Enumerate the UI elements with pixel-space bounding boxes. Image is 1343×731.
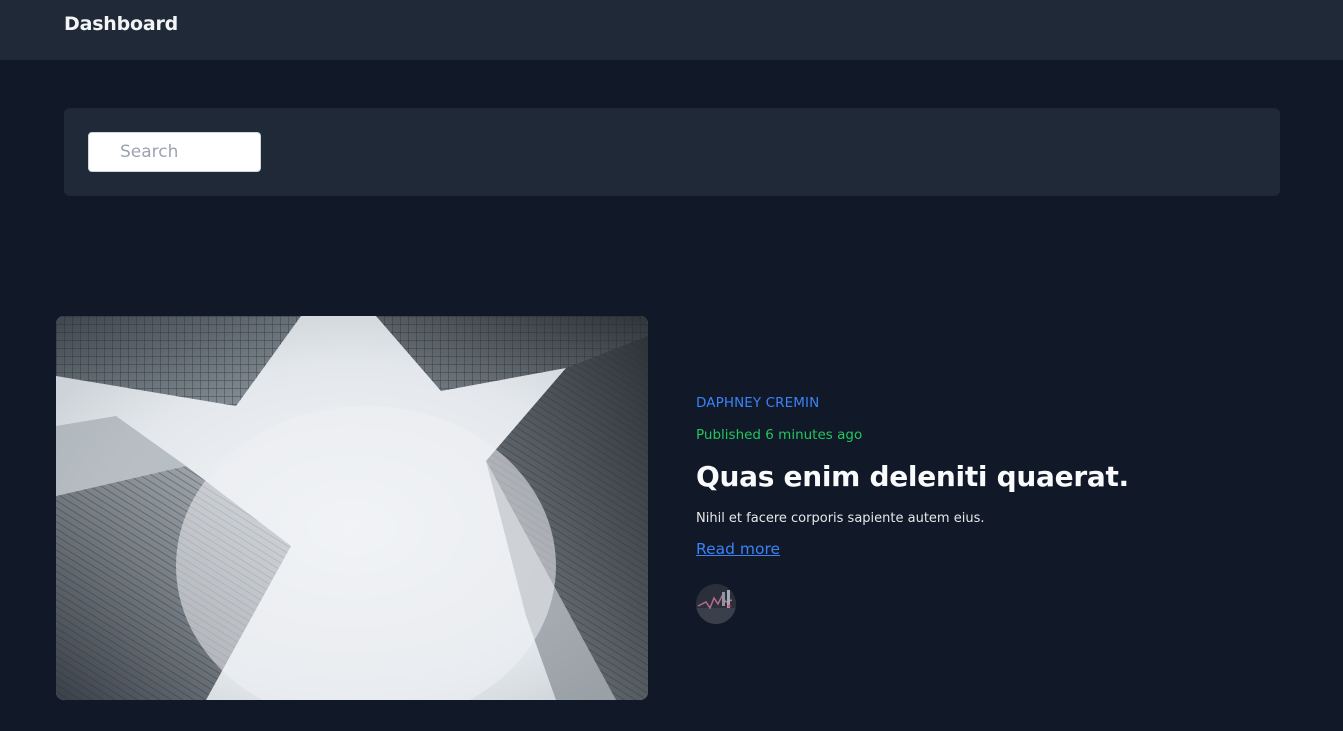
article-author[interactable]: DAPHNEY CREMIN: [696, 395, 819, 411]
avatar-image: [696, 584, 736, 624]
skyscrapers-photo: [56, 316, 648, 700]
article-published-time: Published 6 minutes ago: [696, 427, 863, 443]
article-image[interactable]: [56, 316, 648, 700]
search-input[interactable]: [88, 132, 261, 172]
author-avatar[interactable]: [696, 584, 736, 624]
search-panel: [64, 108, 1280, 196]
app-title[interactable]: Dashboard: [64, 13, 178, 35]
read-more-link[interactable]: Read more: [696, 540, 780, 558]
article-title[interactable]: Quas enim deleniti quaerat.: [696, 460, 1129, 493]
top-navbar: Dashboard: [0, 0, 1343, 60]
article-excerpt: Nihil et facere corporis sapiente autem …: [696, 511, 985, 526]
